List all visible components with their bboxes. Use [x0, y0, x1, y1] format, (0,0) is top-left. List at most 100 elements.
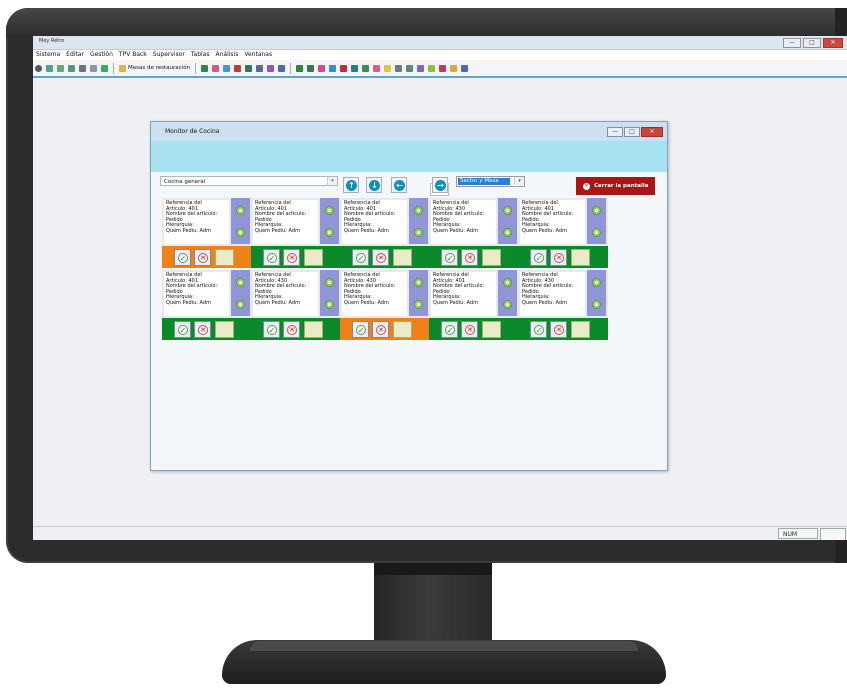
- reject-order-button[interactable]: ✕: [194, 321, 211, 338]
- order-extra-button[interactable]: [304, 321, 323, 338]
- accept-order-button[interactable]: ✓: [174, 249, 191, 266]
- reject-order-button[interactable]: ✕: [194, 249, 211, 266]
- minimize-button[interactable]: —: [783, 38, 801, 48]
- dollar-icon[interactable]: [450, 64, 458, 72]
- chart-icon[interactable]: [267, 64, 275, 72]
- menu-ventanas[interactable]: Ventanas: [241, 50, 275, 60]
- reject-order-button[interactable]: ✕: [550, 249, 567, 266]
- maximize-button[interactable]: □: [803, 38, 821, 48]
- filter-icon[interactable]: [406, 64, 414, 72]
- restaurant-tables-button[interactable]: Mesas de restauración: [117, 64, 192, 72]
- previous-page-button[interactable]: ←: [391, 177, 407, 193]
- status-dot-icon[interactable]: [414, 228, 423, 237]
- card-icon[interactable]: [234, 64, 242, 72]
- status-dot-icon[interactable]: [236, 228, 245, 237]
- menu-gestion[interactable]: Gestión: [87, 50, 116, 60]
- status-dot-icon[interactable]: [414, 300, 423, 309]
- stats-icon[interactable]: [417, 64, 425, 72]
- table-icon[interactable]: [395, 64, 403, 72]
- status-dot-icon[interactable]: [325, 300, 334, 309]
- close-screen-button[interactable]: ✕ Cerrar la pantalla: [576, 177, 655, 195]
- close-window-button[interactable]: ✕: [823, 38, 843, 48]
- status-dot-icon[interactable]: [325, 228, 334, 237]
- box-icon[interactable]: [351, 64, 359, 72]
- forward-icon[interactable]: [68, 64, 75, 72]
- status-dot-icon[interactable]: [236, 278, 245, 287]
- status-dot-icon[interactable]: [414, 278, 423, 287]
- refresh-icon[interactable]: [46, 64, 53, 72]
- status-dot-icon[interactable]: [592, 206, 601, 215]
- order-extra-button[interactable]: [571, 249, 590, 266]
- tag-icon[interactable]: [439, 64, 447, 72]
- people-icon[interactable]: [362, 64, 370, 72]
- menu-tablas[interactable]: Tablas: [188, 50, 213, 60]
- status-dot-icon[interactable]: [503, 228, 512, 237]
- analytics-icon[interactable]: [461, 64, 469, 72]
- status-dot-icon[interactable]: [503, 206, 512, 215]
- document-icon[interactable]: [212, 64, 220, 72]
- accept-order-button[interactable]: ✓: [263, 321, 280, 338]
- book-icon[interactable]: [201, 64, 209, 72]
- order-extra-button[interactable]: [393, 321, 412, 338]
- edit-icon[interactable]: [90, 64, 97, 72]
- grid-icon[interactable]: [101, 64, 108, 72]
- settings-icon[interactable]: [35, 64, 42, 72]
- report-icon[interactable]: [223, 64, 231, 72]
- order-extra-button[interactable]: [304, 249, 323, 266]
- reject-order-button[interactable]: ✕: [461, 321, 478, 338]
- scroll-down-button[interactable]: ↓: [366, 177, 382, 193]
- status-dot-icon[interactable]: [503, 300, 512, 309]
- scroll-up-button[interactable]: ↑: [343, 177, 359, 193]
- menu-sistema[interactable]: Sistema: [33, 50, 63, 60]
- accept-order-button[interactable]: ✓: [530, 321, 547, 338]
- reject-order-button[interactable]: ✕: [372, 249, 389, 266]
- printer-icon[interactable]: [79, 64, 86, 72]
- status-dot-icon[interactable]: [325, 278, 334, 287]
- invoice-icon[interactable]: [329, 64, 337, 72]
- status-dot-icon[interactable]: [503, 278, 512, 287]
- dialog-maximize-button[interactable]: □: [624, 127, 640, 137]
- order-extra-button[interactable]: [571, 321, 590, 338]
- order-extra-button[interactable]: [482, 249, 501, 266]
- status-dot-icon[interactable]: [236, 206, 245, 215]
- status-dot-icon[interactable]: [414, 206, 423, 215]
- reject-order-button[interactable]: ✕: [283, 249, 300, 266]
- status-dot-icon[interactable]: [592, 278, 601, 287]
- menu-analisis[interactable]: Análisis: [212, 50, 241, 60]
- order-extra-button[interactable]: [482, 321, 501, 338]
- accept-order-button[interactable]: ✓: [530, 249, 547, 266]
- status-dot-icon[interactable]: [592, 300, 601, 309]
- wallet-icon[interactable]: [340, 64, 348, 72]
- accept-order-button[interactable]: ✓: [174, 321, 191, 338]
- folder-icon[interactable]: [384, 64, 392, 72]
- reject-order-button[interactable]: ✕: [461, 249, 478, 266]
- status-dot-icon[interactable]: [236, 300, 245, 309]
- chevron-down-icon[interactable]: ▾: [327, 177, 337, 185]
- person-icon[interactable]: [245, 64, 253, 72]
- ledger-icon[interactable]: [296, 64, 304, 72]
- menu-tpv-back[interactable]: TPV Back: [116, 50, 150, 60]
- reject-order-button[interactable]: ✕: [372, 321, 389, 338]
- line-chart-icon[interactable]: [428, 64, 436, 72]
- reject-order-button[interactable]: ✕: [283, 321, 300, 338]
- dialog-minimize-button[interactable]: —: [607, 127, 623, 137]
- back-icon[interactable]: [57, 64, 64, 72]
- next-page-button[interactable]: →: [432, 177, 448, 193]
- graph-icon[interactable]: [278, 64, 286, 72]
- accept-order-button[interactable]: ✓: [263, 249, 280, 266]
- menu-supervisor[interactable]: Supervisor: [150, 50, 188, 60]
- accept-order-button[interactable]: ✓: [441, 321, 458, 338]
- list-icon[interactable]: [373, 64, 381, 72]
- calc-icon[interactable]: [256, 64, 264, 72]
- sheet-icon[interactable]: [318, 64, 326, 72]
- chevron-down-icon[interactable]: ▾: [514, 177, 524, 185]
- accept-order-button[interactable]: ✓: [352, 321, 369, 338]
- kitchen-select[interactable]: Cocina general ▾: [160, 176, 338, 186]
- accept-order-button[interactable]: ✓: [352, 249, 369, 266]
- status-dot-icon[interactable]: [325, 206, 334, 215]
- dialog-close-button[interactable]: ✕: [641, 127, 663, 137]
- order-extra-button[interactable]: [215, 249, 234, 266]
- status-dot-icon[interactable]: [592, 228, 601, 237]
- order-extra-button[interactable]: [393, 249, 412, 266]
- user-icon[interactable]: [307, 64, 315, 72]
